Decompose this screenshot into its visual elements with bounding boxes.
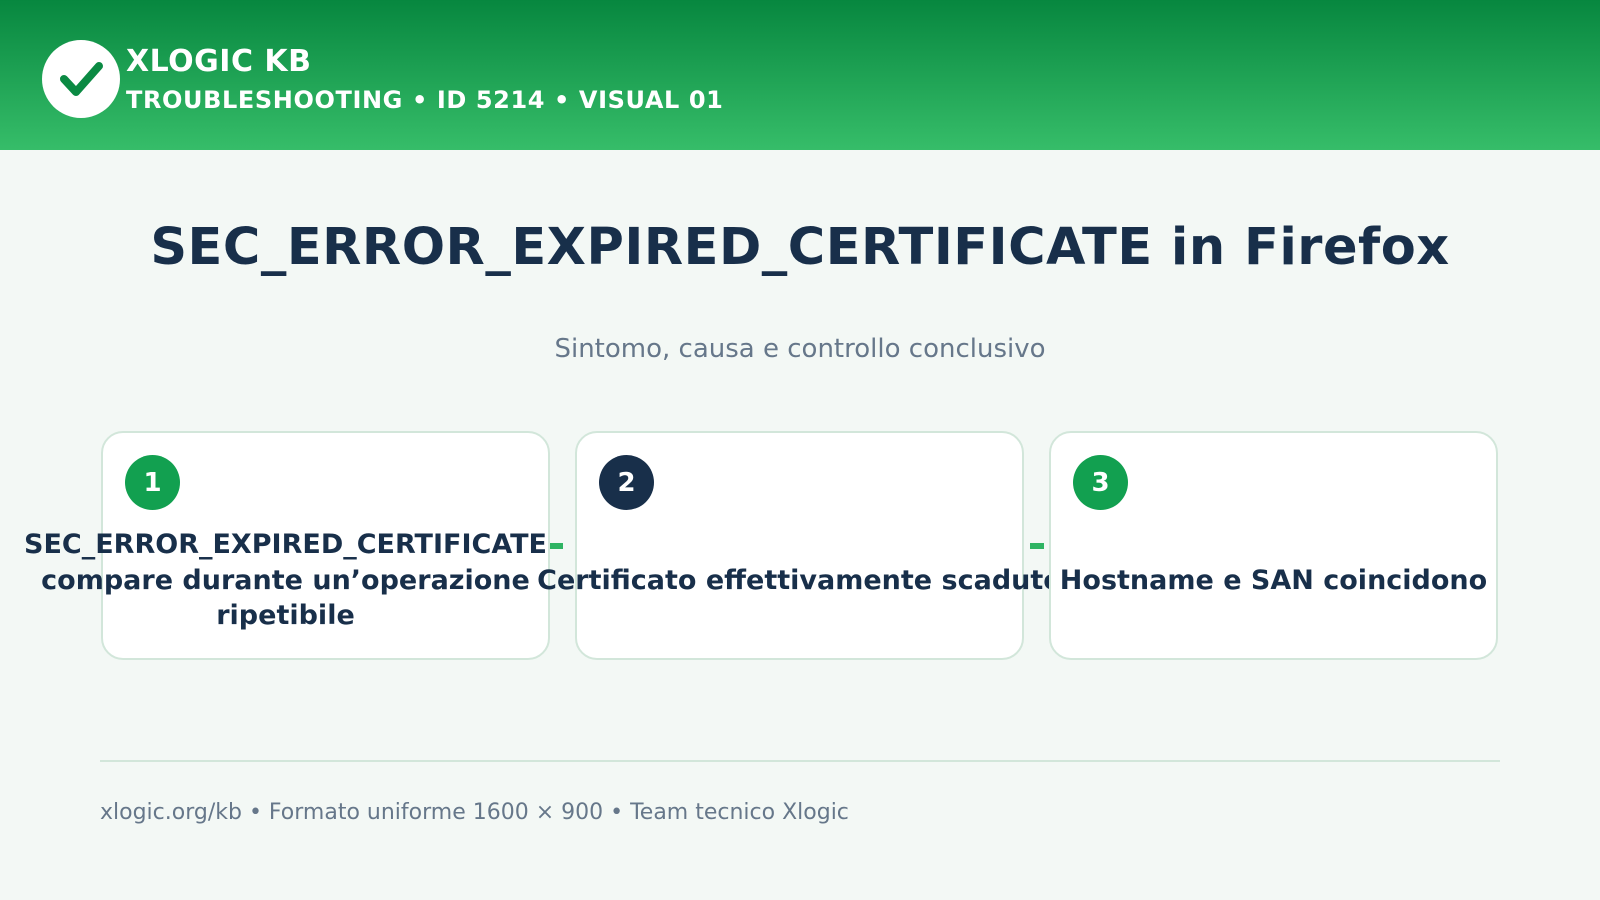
- header-subtitle: TROUBLESHOOTING • ID 5214 • VISUAL 01: [126, 86, 724, 114]
- page-subtitle: Sintomo, causa e controllo conclusivo: [554, 334, 1046, 364]
- brand-name: XLOGIC KB: [126, 44, 312, 79]
- footer-divider: [100, 760, 1500, 762]
- step-text: “SEC_ERROR_EXPIRED_CERTIFICATE” compare …: [23, 528, 548, 632]
- step-number-badge: 1: [125, 455, 180, 510]
- page-title: SEC_ERROR_EXPIRED_CERTIFICATE in Firefox: [150, 218, 1450, 277]
- step-card-1: 1 “SEC_ERROR_EXPIRED_CERTIFICATE” compar…: [23, 431, 550, 660]
- step-number-badge: 3: [1073, 455, 1128, 510]
- logo: [42, 40, 120, 118]
- step-text: Hostname e SAN coincidono: [1059, 564, 1488, 596]
- step-card-3: 3 Hostname e SAN coincidono: [1049, 431, 1498, 660]
- header-banner: XLOGIC KB TROUBLESHOOTING • ID 5214 • VI…: [0, 0, 1600, 150]
- checkmark-icon: [60, 62, 103, 96]
- step-card-2: 2 Certificato effettivamente scaduto: [537, 431, 1062, 660]
- footer-text: xlogic.org/kb • Formato uniforme 1600 × …: [100, 800, 849, 825]
- step-number-badge: 2: [599, 455, 654, 510]
